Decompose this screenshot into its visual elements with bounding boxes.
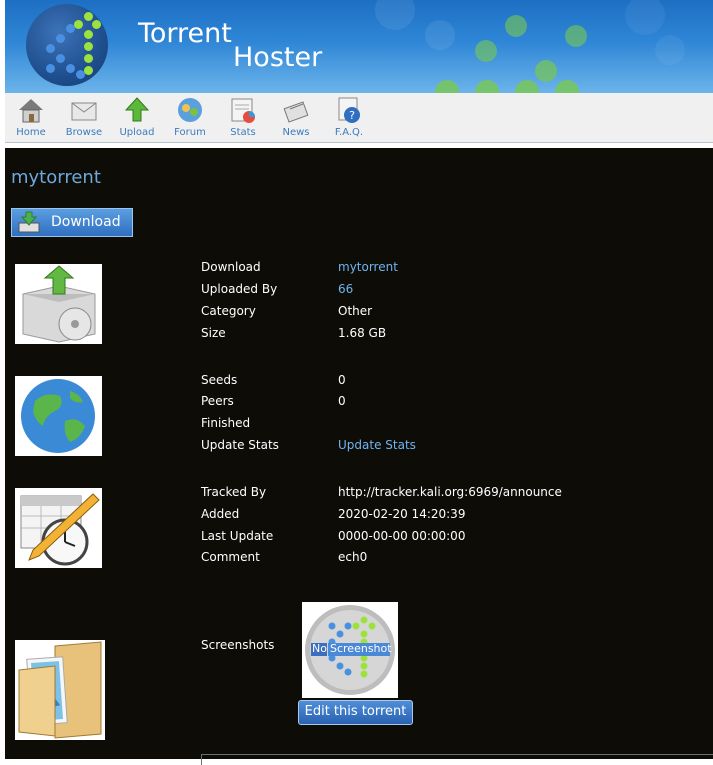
uploader-link[interactable]: 66 [338, 282, 353, 296]
update-stats-label: Update Stats [201, 438, 279, 452]
home-icon [19, 99, 43, 123]
no-screenshot-no: No [312, 642, 327, 655]
added-label: Added [201, 507, 240, 521]
package-icon [15, 264, 102, 344]
logo-dot [56, 34, 65, 43]
no-screenshot-text: Screenshot [330, 642, 392, 655]
screenshots-label: Screenshots [201, 638, 275, 652]
banner-decoration [475, 80, 499, 93]
page-title: mytorrent [11, 167, 101, 188]
banner-decoration [425, 20, 455, 50]
banner-decoration [625, 0, 665, 35]
logo-dot [84, 42, 93, 51]
pictures-folder-icon [15, 640, 105, 740]
upload-icon [124, 97, 150, 122]
nav-faq-label: F.A.Q. [334, 127, 364, 138]
logo-dot [84, 30, 93, 39]
nav-upload[interactable]: Upload [115, 95, 159, 141]
nav-news-label: News [282, 127, 310, 138]
size-value: 1.68 GB [338, 326, 387, 340]
banner-decoration [655, 35, 685, 65]
last-update-label: Last Update [201, 529, 274, 543]
banner-decoration [555, 80, 579, 93]
tracked-by-label: Tracked By [201, 485, 267, 499]
finished-label: Finished [201, 416, 251, 430]
banner-decoration [505, 15, 527, 37]
nav-home-label: Home [16, 127, 46, 138]
category-value: Other [338, 304, 373, 318]
tracked-by-value: http://tracker.kali.org:6969/announce [338, 485, 562, 499]
download-button[interactable]: Download [11, 208, 133, 237]
comment-value: ech0 [338, 550, 368, 564]
nav-stats[interactable]: Stats [221, 95, 265, 141]
seeds-label: Seeds [201, 373, 238, 387]
site-title-line2: Hoster [233, 42, 323, 73]
site-banner: Torrent Hoster [5, 0, 713, 93]
faq-icon: ? [338, 97, 360, 123]
logo-dot [74, 20, 83, 29]
browse-icon [71, 102, 97, 121]
svg-text:?: ? [349, 109, 355, 122]
added-value: 2020-02-20 14:20:39 [338, 507, 466, 521]
banner-decoration [475, 40, 497, 62]
nav-stats-label: Stats [230, 127, 256, 138]
seeds-value: 0 [338, 373, 346, 387]
banner-decoration [515, 80, 539, 93]
banner-decoration [535, 60, 557, 82]
files-section[interactable] [201, 754, 713, 765]
main-navbar: Home Browse Upload Forum Stats News ? F.… [5, 93, 713, 143]
update-stats-link[interactable]: Update Stats [338, 438, 416, 452]
site-logo[interactable] [26, 4, 108, 86]
logo-dot [46, 64, 55, 73]
peers-value: 0 [338, 394, 346, 408]
nav-upload-label: Upload [119, 127, 155, 138]
logo-dot [56, 54, 65, 63]
nav-browse-label: Browse [65, 127, 103, 138]
banner-decoration [565, 25, 587, 47]
download-link[interactable]: mytorrent [338, 260, 398, 274]
torrent-details-panel: mytorrent Download Download mytorrent Up… [5, 148, 713, 765]
nav-browse[interactable]: Browse [62, 95, 106, 141]
download-icon [18, 211, 40, 233]
logo-dot [84, 66, 93, 75]
edit-torrent-button[interactable]: Edit this torrent [298, 700, 413, 725]
logo-dot [92, 20, 101, 29]
globe-icon [15, 376, 102, 456]
nav-faq[interactable]: ? F.A.Q. [327, 95, 371, 141]
size-label: Size [201, 326, 226, 340]
news-icon [283, 101, 309, 123]
screenshot-placeholder[interactable]: No Screenshot [302, 602, 398, 698]
download-label: Download [201, 260, 261, 274]
banner-decoration [435, 80, 459, 93]
nav-forum-label: Forum [174, 127, 206, 138]
logo-dot [84, 54, 93, 63]
logo-dot [66, 64, 75, 73]
last-update-value: 0000-00-00 00:00:00 [338, 529, 466, 543]
site-title-line1: Torrent [138, 18, 232, 49]
peers-label: Peers [201, 394, 234, 408]
category-label: Category [201, 304, 256, 318]
nav-home[interactable]: Home [9, 95, 53, 141]
forum-icon [178, 98, 202, 122]
download-button-label: Download [51, 214, 121, 230]
nav-news[interactable]: News [274, 95, 318, 141]
logo-dot [46, 44, 55, 53]
comment-label: Comment [201, 550, 260, 564]
calendar-clock-icon [15, 488, 102, 568]
uploaded-by-label: Uploaded By [201, 282, 278, 296]
nav-forum[interactable]: Forum [168, 95, 212, 141]
logo-dot [84, 12, 93, 21]
banner-decoration [375, 0, 415, 30]
stats-icon [231, 98, 255, 123]
